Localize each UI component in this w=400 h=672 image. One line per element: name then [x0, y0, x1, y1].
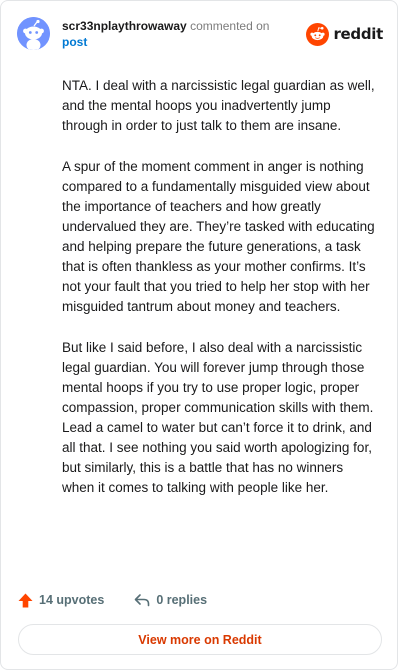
post-link[interactable]: post [62, 34, 302, 50]
comment-author[interactable]: scr33nplaythrowaway [62, 19, 187, 33]
commented-on-text: commented on [190, 19, 270, 33]
comment-paragraph: NTA. I deal with a narcissistic legal gu… [62, 78, 375, 133]
comment-actions: 14 upvotes 0 replies [18, 590, 237, 610]
comment-embed-card: scr33nplaythrowaway commented on post re [0, 0, 398, 670]
reply-count: 0 replies [156, 593, 208, 607]
reddit-brand[interactable]: reddit [306, 22, 383, 46]
upvote-count: 14 upvotes [39, 593, 105, 607]
comment-header: scr33nplaythrowaway commented on post re [1, 1, 399, 61]
comment-paragraph: A spur of the moment comment in anger is… [62, 159, 375, 314]
comment-paragraph: But like I said before, I also deal with… [62, 340, 374, 495]
reply-button[interactable]: 0 replies [134, 593, 207, 607]
upvote-button[interactable]: 14 upvotes [18, 593, 104, 608]
comment-meta: scr33nplaythrowaway commented on post [62, 18, 302, 50]
reply-arrow-icon [134, 593, 150, 607]
snoo-avatar-icon[interactable] [17, 17, 50, 50]
comment-body: NTA. I deal with a narcissistic legal gu… [62, 76, 378, 519]
reddit-logo-icon [306, 22, 330, 46]
view-more-button[interactable]: View more on Reddit [18, 624, 382, 655]
upvote-arrow-icon [18, 593, 33, 608]
reddit-wordmark: reddit [333, 25, 383, 43]
